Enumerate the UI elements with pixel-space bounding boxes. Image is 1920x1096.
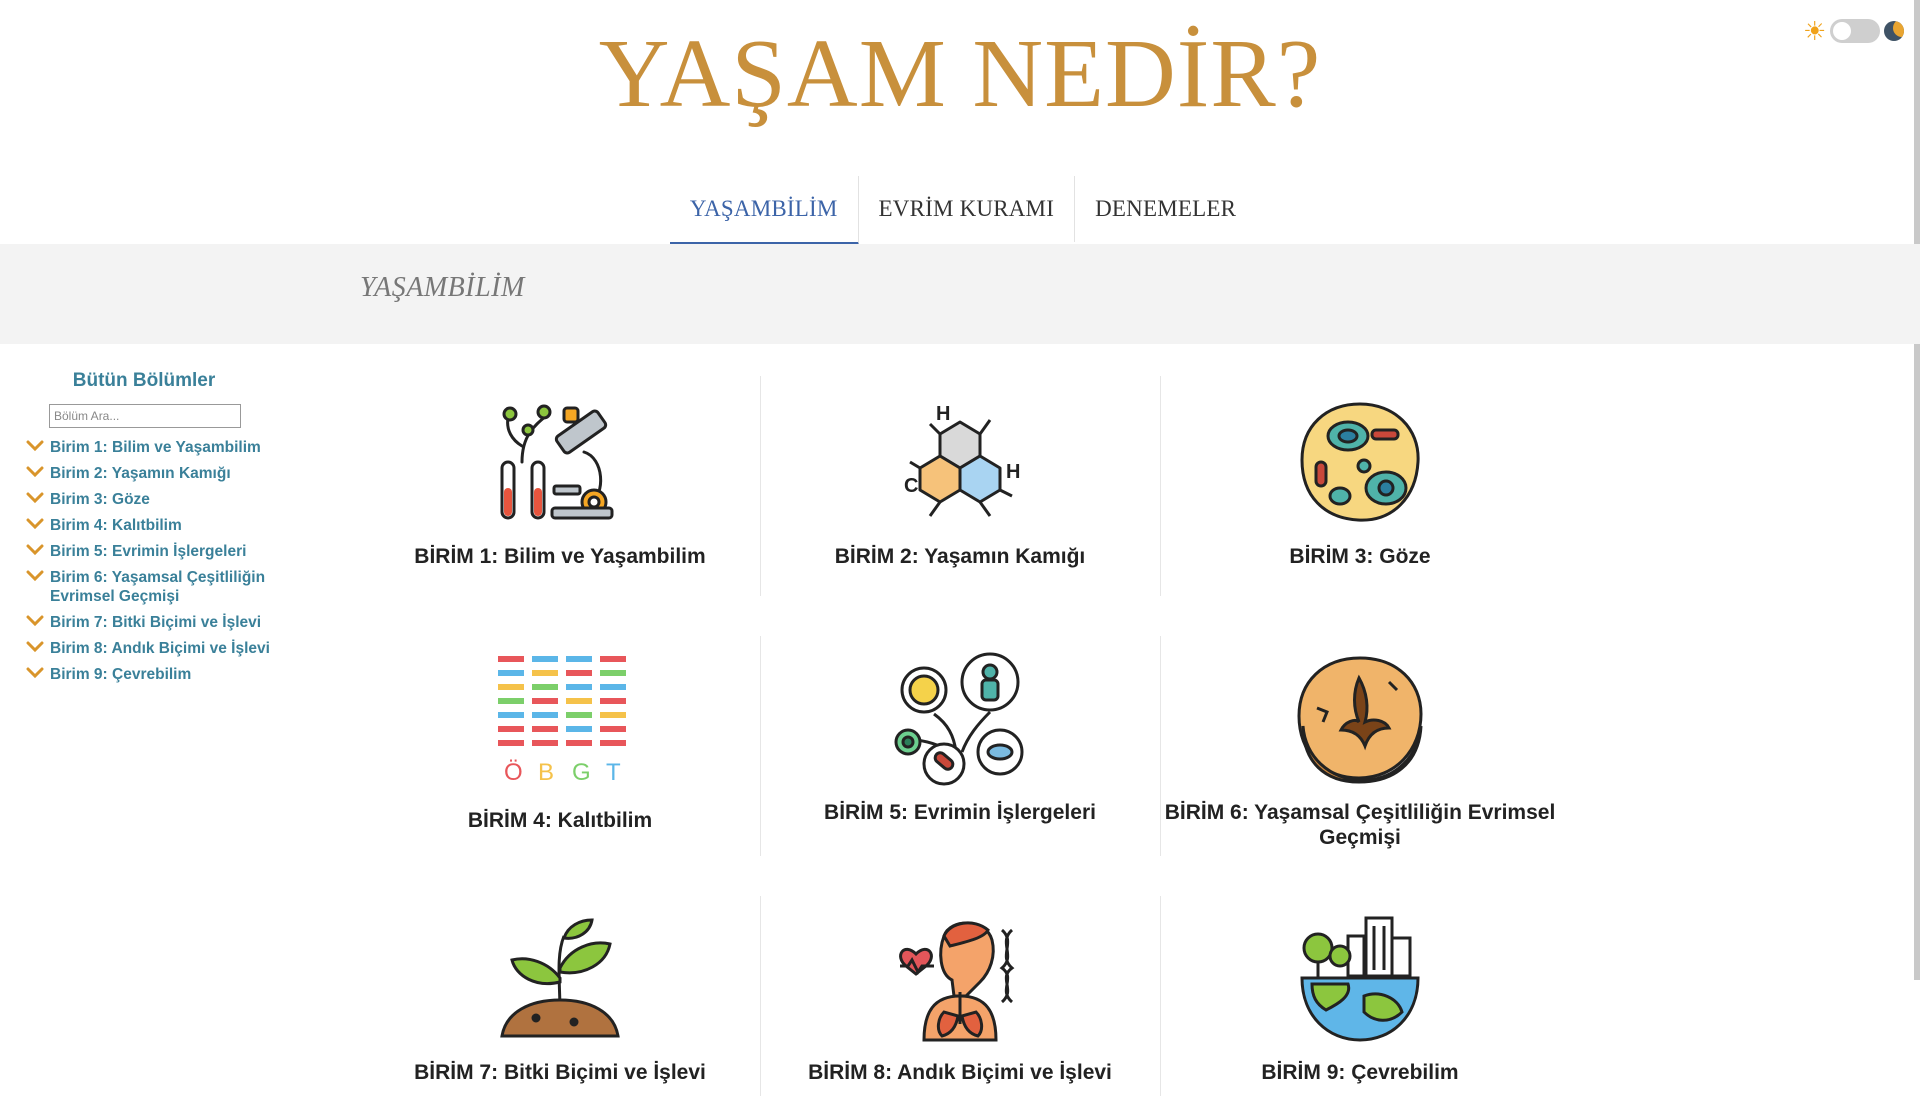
chevron-down-icon	[26, 570, 44, 582]
base-letter: T	[606, 759, 621, 786]
microscope-icon	[500, 404, 614, 520]
tab-yasambilim[interactable]: YAŞAMBİLİM	[669, 176, 859, 245]
chevron-down-icon	[26, 641, 44, 653]
molecule-icon: H H C	[904, 403, 1020, 517]
svg-text:C: C	[904, 475, 918, 497]
sidebar-item-birim-2[interactable]: Birim 2: Yaşamın Kamığı	[24, 464, 282, 483]
scrollbar-thumb[interactable]	[1914, 0, 1920, 980]
theme-switch[interactable]	[1830, 19, 1881, 43]
unit-card-title: BİRİM 2: Yaşamın Kamığı	[834, 545, 1086, 568]
chevron-down-icon	[26, 544, 44, 556]
sidebar-item-birim-8[interactable]: Birim 8: Andık Biçimi ve İşlevi	[24, 639, 282, 658]
unit-card-1[interactable]: BİRİM 1: Bilim ve Yaşambilim	[360, 396, 760, 569]
sidebar: Bütün Bölümler Birim 1: Bilim ve Yaşambi…	[24, 370, 284, 691]
sidebar-item-label: Birim 6: Yaşamsal Çeşitliliğin Evrimsel …	[50, 569, 266, 605]
base-letter: Ö	[504, 759, 523, 786]
unit-card-4[interactable]: Ö B G T BİRİM 4: Kalıtbilim	[360, 652, 760, 833]
tab-evrim-kurami[interactable]: EVRİM KURAMI	[859, 176, 1076, 242]
sidebar-item-label: Birim 7: Bitki Biçimi ve İşlevi	[50, 614, 262, 631]
svg-text:H: H	[936, 403, 950, 425]
vertical-scrollbar[interactable]	[1914, 0, 1920, 980]
base-letter: B	[538, 759, 554, 786]
unit-card-3[interactable]: BİRİM 3: Göze	[1160, 396, 1560, 569]
moon-icon	[1884, 21, 1905, 41]
sidebar-item-birim-1[interactable]: Birim 1: Bilim ve Yaşambilim	[24, 438, 282, 457]
unit-card-title: BİRİM 8: Andık Biçimi ve İşlevi	[808, 1061, 1112, 1084]
fossil-icon	[1297, 656, 1423, 784]
unit-card-8[interactable]: BİRİM 8: Andık Biçimi ve İşlevi	[760, 912, 1160, 1085]
sun-icon: ☀	[1803, 16, 1827, 46]
chevron-down-icon	[26, 518, 44, 530]
chevron-down-icon	[26, 492, 44, 504]
svg-text:H: H	[1006, 461, 1020, 483]
sidebar-title: Bütün Bölümler	[72, 370, 216, 391]
sidebar-item-birim-9[interactable]: Birim 9: Çevrebilim	[24, 665, 282, 684]
sidebar-item-label: Birim 2: Yaşamın Kamığı	[50, 465, 231, 482]
unit-card-title: BİRİM 3: Göze	[1289, 545, 1431, 568]
sidebar-item-birim-5[interactable]: Birim 5: Evrimin İşlergeleri	[24, 542, 282, 561]
section-search-input[interactable]	[49, 404, 241, 428]
sidebar-item-label: Birim 3: Göze	[50, 491, 150, 508]
theme-toggle[interactable]: ☀	[1803, 16, 1905, 46]
unit-card-title: BİRİM 1: Bilim ve Yaşambilim	[414, 545, 706, 568]
sprout-icon	[500, 918, 620, 1038]
site-title: YAŞAM NEDİR?	[598, 20, 1322, 128]
unit-card-9[interactable]: BİRİM 9: Çevrebilim	[1160, 912, 1560, 1085]
base-letter: G	[572, 759, 591, 786]
sidebar-item-birim-4[interactable]: Birim 4: Kalıtbilim	[24, 516, 282, 535]
sidebar-item-label: Birim 5: Evrimin İşlergeleri	[50, 543, 247, 560]
tab-denemeler[interactable]: DENEMELER	[1075, 176, 1256, 242]
sidebar-item-birim-6[interactable]: Birim 6: Yaşamsal Çeşitliliğin Evrimsel …	[24, 568, 282, 606]
anatomy-icon	[899, 921, 1015, 1042]
unit-card-2[interactable]: H H C BİRİM 2: Yaşamın Kamığı	[760, 396, 1160, 569]
sidebar-item-label: Birim 4: Kalıtbilim	[50, 517, 182, 534]
page-title: YAŞAMBİLİM	[360, 272, 525, 303]
unit-card-title: BİRİM 6: Yaşamsal Çeşitliliğin Evrimsel …	[1164, 801, 1556, 849]
sidebar-item-birim-3[interactable]: Birim 3: Göze	[24, 490, 282, 509]
chevron-down-icon	[26, 667, 44, 679]
dna-bands-icon: Ö B G T	[498, 656, 626, 786]
unit-card-title: BİRİM 9: Çevrebilim	[1261, 1061, 1459, 1084]
earth-city-icon	[1300, 916, 1420, 1042]
unit-card-5[interactable]: BİRİM 5: Evrimin İşlergeleri	[760, 652, 1160, 825]
sidebar-item-label: Birim 1: Bilim ve Yaşambilim	[50, 439, 261, 456]
switch-knob	[1833, 22, 1852, 40]
chevron-down-icon	[26, 440, 44, 452]
unit-card-title: BİRİM 4: Kalıtbilim	[467, 809, 653, 832]
page-banner: YAŞAMBİLİM	[0, 244, 1920, 344]
sidebar-item-label: Birim 8: Andık Biçimi ve İşlevi	[50, 640, 270, 657]
chevron-down-icon	[26, 615, 44, 627]
cell-icon	[1300, 402, 1420, 522]
main-nav: YAŞAMBİLİM EVRİM KURAMI DENEMELER	[0, 176, 1920, 245]
sidebar-item-birim-7[interactable]: Birim 7: Bitki Biçimi ve İşlevi	[24, 613, 282, 632]
evolution-bubbles-icon	[894, 652, 1024, 786]
chevron-down-icon	[26, 466, 44, 478]
sidebar-list: Birim 1: Bilim ve Yaşambilim Birim 2: Ya…	[24, 438, 284, 684]
sidebar-item-label: Birim 9: Çevrebilim	[50, 666, 192, 683]
unit-card-title: BİRİM 5: Evrimin İşlergeleri	[824, 801, 1096, 824]
unit-card-title: BİRİM 7: Bitki Biçimi ve İşlevi	[414, 1061, 706, 1084]
unit-card-7[interactable]: BİRİM 7: Bitki Biçimi ve İşlevi	[360, 912, 760, 1085]
unit-card-6[interactable]: BİRİM 6: Yaşamsal Çeşitliliğin Evrimsel …	[1160, 652, 1560, 850]
